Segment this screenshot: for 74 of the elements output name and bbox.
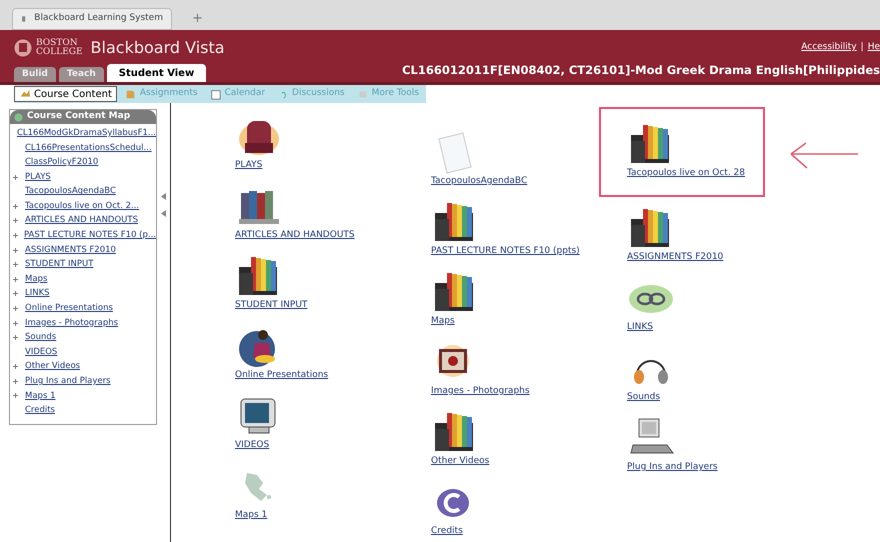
header-link[interactable]: Accessibility	[801, 41, 857, 55]
logo-text: COLLEGE	[36, 48, 83, 57]
link-separator: |	[860, 41, 864, 54]
content-link[interactable]: Maps 1	[235, 509, 268, 521]
content-link[interactable]: Maps	[431, 315, 455, 327]
tree-link[interactable]: Online Presentations	[25, 302, 113, 315]
content-link[interactable]: Tacopoulos live on Oct. 28	[627, 167, 745, 179]
books-icon	[239, 191, 279, 224]
headphones-icon	[634, 360, 668, 384]
collapse-arrow-icon[interactable]	[161, 193, 166, 200]
paper-sheet-icon	[438, 132, 472, 174]
file-folder-icon	[631, 209, 669, 247]
file-folder-icon	[435, 203, 473, 241]
map-drawing-icon	[245, 473, 271, 501]
tab-title: Blackboard Learning System	[34, 12, 163, 26]
person-with-laptop-icon	[239, 330, 275, 367]
app-title: Blackboard Vista	[90, 37, 225, 59]
file-folder-icon	[631, 125, 669, 163]
file-folder-icon	[239, 257, 277, 295]
tree-link[interactable]: ClassPolicyF2010	[25, 156, 98, 169]
content-link[interactable]: PLAYS	[235, 159, 262, 171]
chain-link-icon	[629, 285, 673, 313]
course-title: CL166012011F[EN08402, CT26101]-Mod Greek Drama English[Philippides	[402, 62, 880, 80]
tree-link[interactable]: LINKS	[25, 287, 50, 300]
tree-link[interactable]: ASSIGNMENTS F2010	[25, 244, 116, 256]
content-link[interactable]: Plug Ins and Players	[627, 461, 718, 473]
tree-link[interactable]: Maps	[25, 272, 48, 286]
tool-icon	[356, 88, 368, 100]
panel-title: Course Content Map	[27, 110, 130, 124]
tree-link[interactable]: Credits	[25, 404, 55, 417]
tree-link[interactable]: VIDEOS	[25, 346, 58, 359]
tree-link[interactable]: Images - Photographs	[25, 316, 118, 330]
tree-link[interactable]: Tacopoulos live on Oct. 2...	[25, 200, 140, 213]
browser-tab[interactable]: Blackboard Learning System	[12, 8, 172, 30]
content-link[interactable]: TacopoulosAgendaBC	[431, 175, 528, 187]
content-link[interactable]: PAST LECTURE NOTES F10 (ppts)	[431, 245, 580, 257]
content-link[interactable]: LINKS	[627, 321, 654, 333]
tree-link[interactable]: Other Videos	[25, 360, 80, 374]
logo-text: BOSTON	[36, 39, 78, 48]
tool-icon	[19, 88, 30, 100]
header-link[interactable]: He	[868, 41, 880, 55]
backpack-icon	[239, 121, 279, 155]
content-link[interactable]: Credits	[431, 525, 463, 537]
content-link[interactable]: STUDENT INPUT	[235, 299, 308, 311]
content-link[interactable]: ARTICLES AND HANDOUTS	[235, 229, 355, 241]
letter-c-icon	[437, 489, 469, 517]
shield-logo-icon	[14, 39, 32, 57]
tool-icon	[210, 88, 221, 100]
content-link[interactable]: ASSIGNMENTS F2010	[627, 251, 724, 263]
file-folder-icon	[435, 273, 473, 311]
tool-icon	[124, 88, 136, 100]
monitor-icon	[240, 398, 276, 434]
tree-link[interactable]: ARTICLES AND HANDOUTS	[25, 214, 138, 228]
collapse-arrow-icon[interactable]	[161, 210, 166, 217]
content-link[interactable]: Sounds	[627, 391, 660, 403]
tree-link[interactable]: CL166PresentationsSchedul...	[25, 142, 152, 154]
tree-link[interactable]: Plug Ins and Players	[25, 375, 111, 388]
content-link[interactable]: Other Videos	[431, 455, 490, 467]
tree-link[interactable]: Sounds	[25, 331, 56, 344]
tree-link[interactable]: TacopoulosAgendaBC	[25, 185, 116, 198]
tree-link[interactable]: Maps 1	[25, 390, 56, 402]
content-link[interactable]: Images - Photographs	[431, 385, 530, 397]
tree-link[interactable]: PAST LECTURE NOTES F10 (p...	[24, 229, 156, 242]
hand-drawn-arrow	[788, 140, 860, 170]
toolbar-tab[interactable]: Course Content	[14, 86, 117, 102]
framed-photo-icon	[437, 345, 469, 377]
tree-link[interactable]: PLAYS	[25, 170, 51, 184]
tab[interactable]: Student View	[106, 64, 206, 82]
content-link[interactable]: VIDEOS	[235, 439, 270, 451]
tree-link[interactable]: CL166ModGkDramaSyllabusF1...	[16, 126, 156, 140]
content-link[interactable]: Online Presentations	[235, 369, 328, 381]
file-folder-icon	[435, 413, 473, 451]
tree-link[interactable]: STUDENT INPUT	[25, 258, 94, 272]
computer-icon	[630, 418, 674, 454]
